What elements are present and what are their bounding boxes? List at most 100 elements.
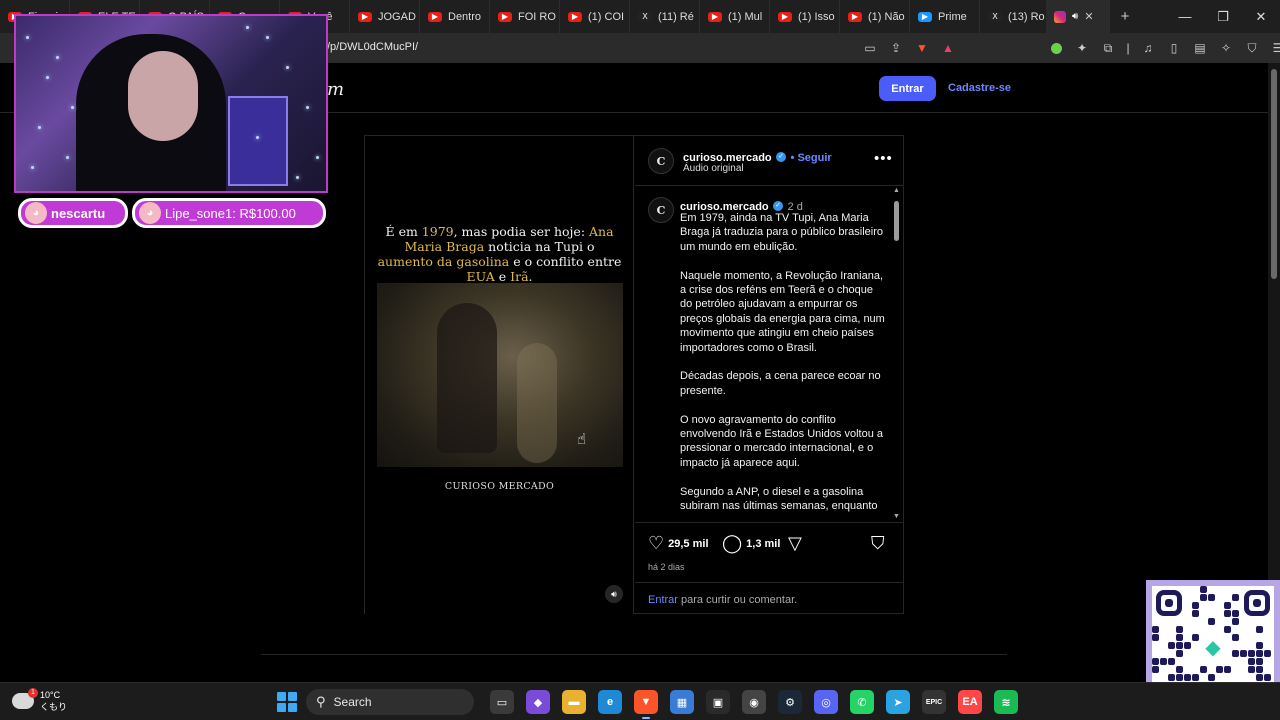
media-caption-part: É em <box>385 224 422 239</box>
restore-button[interactable]: ❐ <box>1204 9 1242 25</box>
close-tab-icon[interactable]: ✕ <box>1084 10 1093 23</box>
login-prompt-text: Entrar para curtir ou comentar. <box>648 594 797 606</box>
music-icon[interactable]: ♫ <box>1140 40 1156 56</box>
app-black-icon[interactable]: ▣ <box>706 690 730 714</box>
browser-tab[interactable]: ▶ Dentro <box>420 0 490 33</box>
browser-tab[interactable]: ▶ (1) Mul <box>700 0 770 33</box>
qr-module <box>1224 626 1231 633</box>
qr-module <box>1256 658 1263 665</box>
browser-tab[interactable]: ▶ (1) COI <box>560 0 630 33</box>
caption-scrollbar[interactable]: ▲ ▼ <box>891 187 903 522</box>
toolbar-icons: ✦ ⧉ | ♫ ▯ ▤ ✧ ⛉ ☰ <box>1048 40 1280 56</box>
comment-icon[interactable]: ◯ <box>722 533 742 554</box>
minimize-button[interactable]: — <box>1166 9 1204 24</box>
url-field[interactable]: /p/DWL0dCMucPI/ <box>327 41 418 53</box>
menu-icon[interactable]: ☰ <box>1270 40 1280 56</box>
scroll-thumb[interactable] <box>894 201 899 241</box>
tab-instagram-active[interactable]: 🔊︎ ✕ <box>1046 0 1110 33</box>
scroll-up-icon[interactable]: ▲ <box>893 187 900 194</box>
file-explorer-icon[interactable]: ▬ <box>562 690 586 714</box>
browser-tab[interactable]: ▶ JOGAD <box>350 0 420 33</box>
tab-label: JOGAD <box>378 10 416 23</box>
brave-rewards-icon[interactable]: ▲ <box>940 40 956 56</box>
scroll-down-icon[interactable]: ▼ <box>893 513 900 520</box>
close-window-button[interactable]: ✕ <box>1242 9 1280 25</box>
avatar[interactable]: C <box>648 197 674 223</box>
sidebar-icon[interactable]: ▯ <box>1166 40 1182 56</box>
browser-tab[interactable]: X (13) Ro <box>980 0 1050 33</box>
ea-icon[interactable]: EA <box>958 690 982 714</box>
follow-button[interactable]: • Seguir <box>791 152 832 164</box>
bookmark-icon[interactable]: ⛉ <box>871 533 885 554</box>
qr-module <box>1152 626 1159 633</box>
qr-module <box>1248 666 1255 673</box>
tab-label: (1) Isso <box>798 10 835 23</box>
avatar[interactable]: C <box>648 148 674 174</box>
x-icon: X <box>988 11 1002 22</box>
task-view-icon[interactable]: ▭ <box>490 690 514 714</box>
browser-tab[interactable]: ▶ (1) Não <box>840 0 910 33</box>
obs-icon[interactable]: ◉ <box>742 690 766 714</box>
qr-module <box>1216 666 1223 673</box>
heart-icon[interactable]: ♡ <box>648 533 664 554</box>
telegram-icon[interactable]: ➤ <box>886 690 910 714</box>
caption-scroll-area[interactable]: C curioso.mercado ✓ 2 d Em 1979, ainda n… <box>635 187 904 523</box>
more-options-icon[interactable]: ••• <box>874 150 893 167</box>
comment-action[interactable]: ◯ 1,3 mil <box>722 533 780 554</box>
copilot-icon[interactable]: ◆ <box>526 690 550 714</box>
browser-tab[interactable]: ▶ Prime <box>910 0 980 33</box>
qr-finder <box>1156 590 1182 616</box>
video-figure <box>437 303 497 453</box>
taskbar-search[interactable]: ⚲ Search <box>306 689 474 715</box>
qr-module <box>1200 666 1207 673</box>
whatsapp-icon[interactable]: ✆ <box>850 690 874 714</box>
audio-label[interactable]: Áudio original <box>683 163 744 174</box>
start-button[interactable] <box>277 692 297 712</box>
steam-icon[interactable]: ⚙ <box>778 690 802 714</box>
share-action[interactable]: ▽ <box>788 533 802 554</box>
discord-icon[interactable]: ◎ <box>814 690 838 714</box>
media-caption-part: 1979 <box>421 224 454 239</box>
new-tab-button[interactable]: + <box>1110 8 1140 25</box>
login-button[interactable]: Entrar <box>879 76 936 101</box>
audio-toggle-icon[interactable]: 🔊︎ <box>605 585 623 603</box>
post-header: C curioso.mercado ✓ • Seguir Áudio origi… <box>635 136 904 186</box>
browser-tab[interactable]: X (11) Ré <box>630 0 700 33</box>
cast-icon[interactable]: ▭ <box>862 40 878 56</box>
media-caption-part: e o conflito entre <box>509 254 622 269</box>
store-icon[interactable]: ▦ <box>670 690 694 714</box>
tab-label: Dentro <box>448 10 482 23</box>
like-action[interactable]: ♡ 29,5 mil <box>648 533 709 554</box>
youtube-icon: ▶ <box>358 11 372 22</box>
taskbar: 10°C くもり ⚲ Search ▭ ◆ ▬ e ▼ ▦ ▣ ◉ ⚙ ◎ ✆ ➤ EPIC EA ≋ <box>0 682 1280 720</box>
tab-label: Prime <box>938 10 967 23</box>
caption-paragraph: Naquele momento, a Revolução Iraniana, a… <box>680 269 885 354</box>
weather-widget[interactable]: 10°C くもり <box>12 688 67 713</box>
post-media[interactable]: É em 1979, mas podia ser hoje: Ana Maria… <box>365 136 634 614</box>
wallet-icon[interactable]: ▤ <box>1192 40 1208 56</box>
browser-tab[interactable]: ▶ FOI RO <box>490 0 560 33</box>
extensions-icon[interactable]: ✦ <box>1074 40 1090 56</box>
instagram-logo[interactable]: m <box>327 79 344 100</box>
qr-module <box>1256 626 1263 633</box>
edge-icon[interactable]: e <box>598 690 622 714</box>
epic-games-icon[interactable]: EPIC <box>922 690 946 714</box>
brave-icon[interactable]: ▼ <box>634 690 658 719</box>
browser-tab[interactable]: ▶ (1) Isso <box>770 0 840 33</box>
qr-module <box>1264 674 1271 681</box>
fairy-light <box>286 66 289 69</box>
login-prompt-link[interactable]: Entrar <box>648 594 678 606</box>
search-label: Search <box>333 695 372 709</box>
emote-icon: ◕ <box>139 202 161 224</box>
leo-ai-icon[interactable]: ✧ <box>1218 40 1234 56</box>
save-action[interactable]: ⛉ <box>871 533 885 554</box>
send-icon[interactable]: ▽ <box>788 533 802 554</box>
signup-link[interactable]: Cadastre-se <box>948 82 1011 94</box>
brave-shield-icon[interactable]: ▼ <box>914 40 930 56</box>
screenshot-icon[interactable]: ⧉ <box>1100 40 1116 56</box>
share-icon[interactable]: ⇪ <box>888 40 904 56</box>
page-scroll-thumb[interactable] <box>1271 69 1277 279</box>
spotify-icon[interactable]: ≋ <box>994 690 1018 714</box>
vpn-icon[interactable]: ⛉ <box>1244 40 1260 56</box>
chat-alert-pill: ◕ nescartu <box>18 198 128 228</box>
